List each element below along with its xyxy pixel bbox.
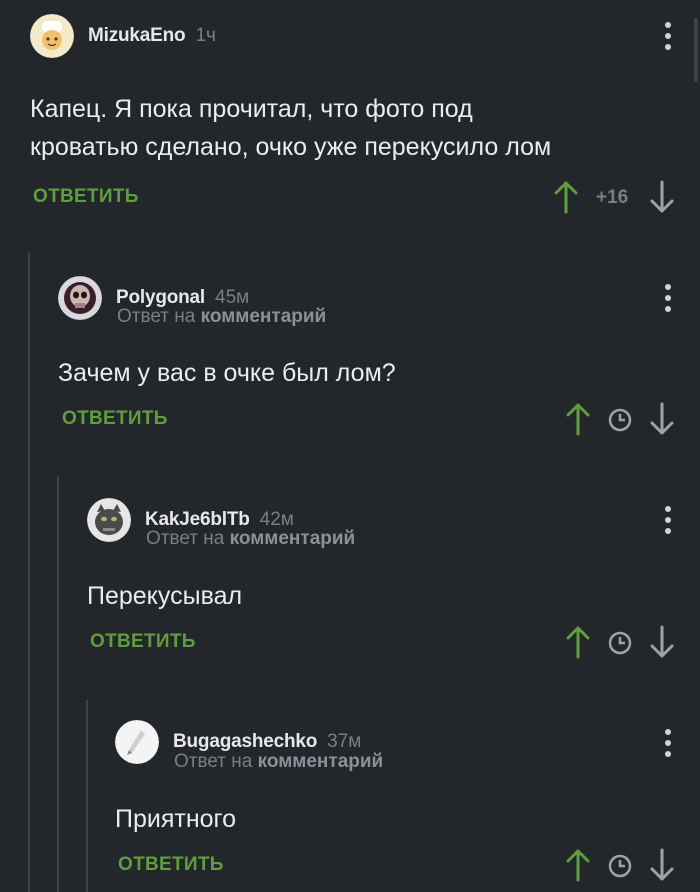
reply-to-link[interactable]: комментарий [230,528,356,549]
arrow-up-icon[interactable] [553,180,579,214]
reply-to-link[interactable]: комментарий [201,306,327,327]
reply-to-label: Ответ на комментарий [174,751,383,773]
more-options-icon[interactable] [664,729,672,757]
arrow-down-icon[interactable] [649,180,675,214]
arrow-up-icon[interactable] [565,402,591,436]
comment-text: Капец. Я пока прочитал, что фото под кро… [30,90,551,166]
timestamp: 1ч [195,25,216,46]
more-options-icon[interactable] [664,22,672,50]
clock-icon[interactable] [607,630,633,656]
reply-to-prefix: Ответ на [174,751,253,772]
reply-to-label: Ответ на комментарий [146,528,355,550]
avatar-kakje6blTb[interactable] [87,498,131,542]
reply-to-label: Ответ на комментарий [117,306,326,328]
clock-icon[interactable] [607,853,633,879]
comment-text: Приятного [115,805,237,833]
reply-to-prefix: Ответ на [146,528,225,549]
arrow-up-icon[interactable] [565,848,591,882]
reply-to-link[interactable]: комментарий [258,751,384,772]
reply-button[interactable]: ОТВЕТИТЬ [118,854,224,876]
more-options-icon[interactable] [664,506,672,534]
comment-3: KakJe6blTb 42м Ответ на комментарий Пере… [0,476,700,686]
comment-2: Polygonal 45м Ответ на комментарий Зачем… [0,252,700,462]
arrow-down-icon[interactable] [649,848,675,882]
comment-actions: ОТВЕТИТЬ +16 [0,180,700,216]
reply-button[interactable]: ОТВЕТИТЬ [90,631,196,653]
comment-text: Зачем у вас в очке был лом? [58,359,396,387]
comment-text-line-2: кроватью сделано, очко уже перекусило ло… [30,133,552,161]
reply-button[interactable]: ОТВЕТИТЬ [33,186,139,208]
reply-to-prefix: Ответ на [117,306,196,327]
more-options-icon[interactable] [664,284,672,312]
arrow-up-icon[interactable] [565,625,591,659]
avatar-bugagashechko[interactable] [115,720,159,764]
username[interactable]: MizukaEno [88,25,186,47]
arrow-down-icon[interactable] [649,402,675,436]
rating-value: +16 [596,187,629,208]
comment-actions: ОТВЕТИТЬ [0,625,700,661]
arrow-down-icon[interactable] [649,625,675,659]
comment-text-line-1: Капец. Я пока прочитал, что фото под [30,95,473,123]
avatar-mizukaeno[interactable] [30,14,74,58]
reply-button[interactable]: ОТВЕТИТЬ [62,408,168,430]
username[interactable]: Bugagashechko [173,731,317,753]
comment-text: Перекусывал [87,582,243,610]
comment-4: Bugagashechko 37м Ответ на комментарий П… [0,700,700,892]
comment-actions: ОТВЕТИТЬ [0,402,700,438]
avatar-polygonal[interactable] [58,276,102,320]
clock-icon[interactable] [607,407,633,433]
comment-1: MizukaEno 1ч Капец. Я пока прочитал, что… [0,0,700,235]
comment-actions: ОТВЕТИТЬ [0,848,700,884]
timestamp: 37м [327,731,362,752]
